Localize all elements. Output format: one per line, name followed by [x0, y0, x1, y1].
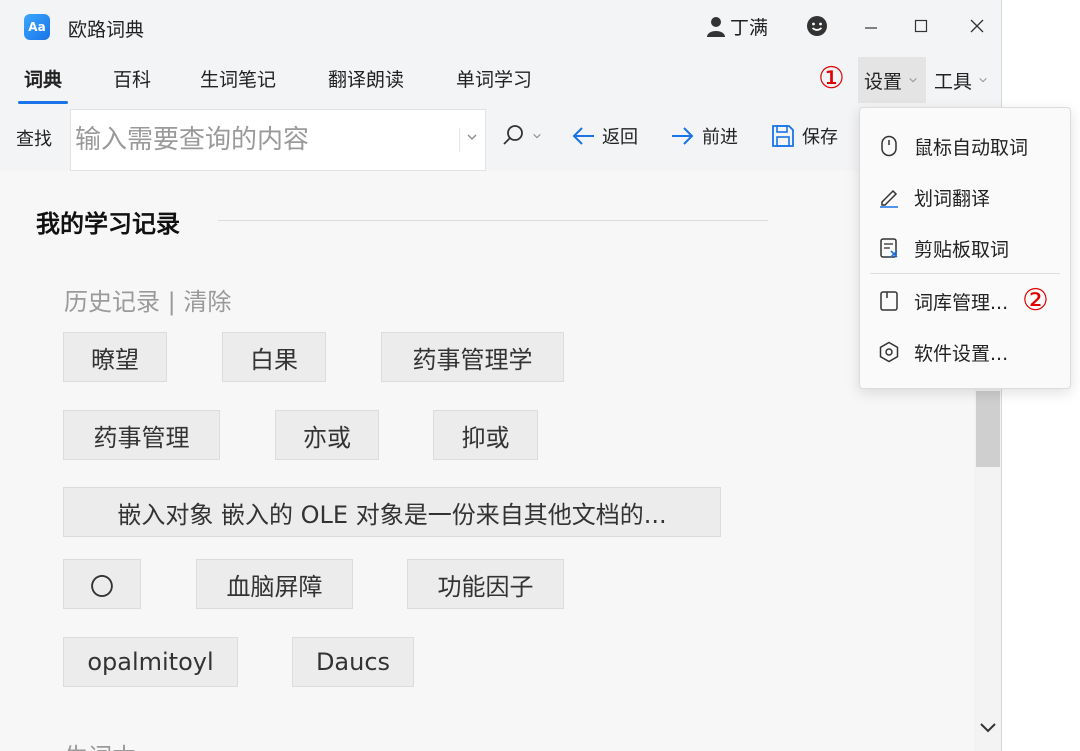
- book-icon: [880, 291, 898, 311]
- section-divider: [218, 220, 768, 221]
- pen-icon: [880, 189, 898, 208]
- tools-menu-button[interactable]: 工具: [928, 57, 998, 103]
- clipboard-icon: [880, 238, 898, 258]
- user-account[interactable]: 丁满: [706, 13, 768, 40]
- menu-item-label: 鼠标自动取词: [914, 136, 1029, 159]
- history-header[interactable]: 历史记录 | 清除: [64, 282, 231, 317]
- history-item[interactable]: 功能因子: [407, 559, 564, 609]
- settings-dropdown-menu: 鼠标自动取词 划词翻译 剪贴板取词 词库管理... 软件设置...: [859, 107, 1071, 389]
- history-item[interactable]: 血脑屏障: [196, 559, 353, 609]
- menu-item-label: 剪贴板取词: [914, 238, 1010, 261]
- tools-menu-label: 工具: [934, 70, 973, 93]
- search-toolbar: 查找 返回 前进 保存: [0, 105, 1001, 171]
- tab-dictionary[interactable]: 词典: [17, 65, 69, 104]
- history-item[interactable]: 亦或: [275, 410, 379, 460]
- save-label: 保存: [802, 127, 838, 148]
- annotation-marker-2: ②: [1022, 283, 1049, 318]
- history-item[interactable]: 抑或: [433, 410, 538, 460]
- tab-word-study[interactable]: 单词学习: [456, 65, 532, 101]
- tab-encyclopedia[interactable]: 百科: [113, 65, 151, 101]
- study-record-panel: 我的学习记录 历史记录 | 清除 暸望 白果 药事管理学 药事管理 亦或 抑或 …: [4, 171, 974, 751]
- arrow-left-icon: [572, 127, 594, 145]
- save-button[interactable]: 保存: [770, 123, 838, 149]
- search-button[interactable]: [500, 123, 542, 149]
- tab-vocab-notes[interactable]: 生词笔记: [200, 65, 276, 101]
- search-input[interactable]: [75, 122, 445, 158]
- tab-bar: 词典 百科 生词笔记 翻译朗读 单词学习: [0, 55, 1001, 105]
- save-icon: [772, 125, 794, 147]
- scroll-down-button[interactable]: [978, 719, 998, 739]
- title-bar: Aa 欧路词典 丁满: [0, 0, 1001, 55]
- forward-button[interactable]: 前进: [670, 123, 738, 149]
- history-item[interactable]: opalmitoyl: [63, 637, 238, 687]
- menu-item-clipboard-capture[interactable]: 剪贴板取词: [860, 226, 1070, 270]
- close-button[interactable]: [960, 10, 994, 42]
- minimize-button[interactable]: [854, 10, 888, 42]
- menu-item-software-settings[interactable]: 软件设置...: [860, 330, 1070, 374]
- menu-divider: [870, 273, 1060, 274]
- history-item[interactable]: 暸望: [63, 332, 167, 382]
- chevron-down-icon: [533, 133, 541, 139]
- menu-item-mouse-capture[interactable]: 鼠标自动取词: [860, 124, 1070, 168]
- user-name: 丁满: [730, 17, 769, 39]
- scrollbar-thumb[interactable]: [976, 391, 1000, 467]
- settings-menu-label: 设置: [864, 70, 903, 93]
- app-title: 欧路词典: [68, 19, 145, 41]
- history-item[interactable]: 嵌入对象 嵌入的 OLE 对象是一份来自其他文档的...: [63, 487, 721, 537]
- chevron-down-icon: [909, 77, 917, 83]
- arrow-right-icon: [672, 127, 694, 145]
- history-item[interactable]: Daucs: [292, 637, 414, 687]
- feedback-smiley-icon[interactable]: [805, 14, 829, 38]
- main-window: Aa 欧路词典 丁满 词典 百科 生词笔记 翻译朗读 单词学习 查找 输入需要查…: [0, 0, 1002, 751]
- tab-translate-read[interactable]: 翻译朗读: [328, 65, 404, 101]
- menu-item-label: 软件设置...: [914, 342, 1009, 365]
- search-icon: [503, 125, 523, 145]
- history-item[interactable]: 药事管理学: [381, 332, 564, 382]
- close-icon: [970, 19, 984, 33]
- find-label: 查找: [16, 129, 52, 150]
- gear-icon: [879, 341, 899, 363]
- menu-item-label: 划词翻译: [914, 187, 991, 210]
- user-icon: [707, 16, 725, 37]
- maximize-button[interactable]: [904, 10, 938, 42]
- section-title: 我的学习记录: [36, 210, 180, 238]
- menu-item-select-translate[interactable]: 划词翻译: [860, 175, 1070, 219]
- maximize-icon: [914, 19, 928, 33]
- search-history-dropdown[interactable]: [459, 128, 483, 152]
- annotation-marker-1: ①: [818, 61, 845, 96]
- history-item[interactable]: 药事管理: [63, 410, 220, 460]
- history-item[interactable]: 〇: [63, 559, 141, 609]
- minimize-icon: [865, 27, 877, 29]
- chevron-down-icon: [467, 134, 476, 140]
- mouse-icon: [881, 135, 897, 157]
- settings-menu-button[interactable]: 设置: [858, 57, 926, 103]
- history-item[interactable]: 白果: [222, 332, 326, 382]
- chevron-down-icon: [980, 723, 996, 733]
- back-button[interactable]: 返回: [570, 123, 638, 149]
- menu-item-label: 词库管理...: [914, 291, 1009, 314]
- vocab-book-header: 生词本: [64, 737, 136, 751]
- app-logo-icon: Aa: [24, 14, 50, 40]
- forward-label: 前进: [702, 127, 738, 148]
- search-box: [70, 109, 486, 171]
- back-label: 返回: [602, 127, 638, 148]
- chevron-down-icon: [979, 77, 987, 83]
